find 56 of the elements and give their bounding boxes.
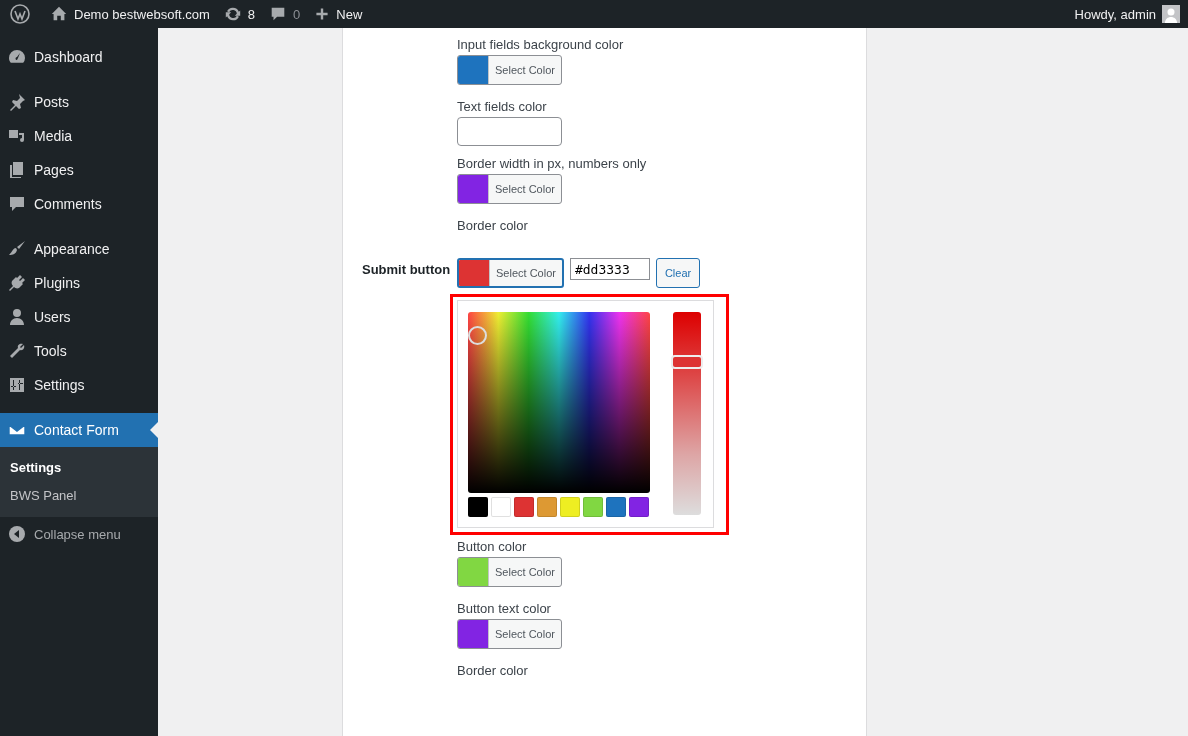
picker-handle[interactable] (468, 326, 487, 345)
submenu-item[interactable]: Settings (0, 454, 158, 482)
clear-button[interactable]: Clear (655, 258, 701, 288)
hex-input-field[interactable]: #dd3333 (569, 258, 650, 280)
palette-swatch[interactable] (514, 497, 534, 517)
sliders-icon (7, 375, 27, 395)
field-label: Border width in px, numbers only (457, 155, 647, 173)
palette-swatch[interactable] (560, 497, 580, 517)
section-label: Submit button (362, 261, 452, 279)
sidebar-item[interactable]: Pages (0, 153, 158, 187)
new-link[interactable]: New (314, 6, 363, 22)
select-color-button[interactable]: Select Color (457, 174, 562, 204)
color-gradient-square[interactable] (468, 312, 650, 493)
palette-swatch[interactable] (606, 497, 626, 517)
palette-swatch[interactable] (583, 497, 603, 517)
select-color-button[interactable]: Select Color (457, 258, 564, 288)
site-link[interactable]: Demo bestwebsoft.com (50, 5, 210, 23)
palette-swatch[interactable] (629, 497, 649, 517)
sidebar-item[interactable]: Appearance (0, 232, 158, 266)
field-label: Button text color (457, 600, 551, 618)
sidebar-item[interactable]: Users (0, 300, 158, 334)
palette-swatch[interactable] (468, 497, 488, 517)
sidebar-item[interactable]: Plugins (0, 266, 158, 300)
sidebar-item[interactable]: Dashboard (0, 40, 158, 74)
avatar-icon (1162, 5, 1180, 23)
field-label: Border color (457, 217, 528, 235)
slider-thumb[interactable] (671, 354, 703, 369)
comment-icon (7, 194, 27, 214)
field-label: Button color (457, 538, 527, 556)
home-icon (50, 5, 68, 23)
select-color-button[interactable]: Select Color (457, 557, 562, 587)
field-label: Text fields color (457, 98, 547, 116)
wordpress-logo-icon[interactable] (10, 4, 30, 24)
palette-swatch[interactable] (537, 497, 557, 517)
select-color-button[interactable]: Select Color (457, 619, 562, 649)
updates-link[interactable]: 8 (223, 5, 256, 23)
shade-slider[interactable] (673, 312, 701, 515)
comments-link[interactable]: 0 (269, 5, 301, 23)
field-label: Border color (457, 662, 528, 680)
plug-icon (7, 273, 27, 293)
sidebar-item[interactable]: Media (0, 119, 158, 153)
plus-icon (314, 6, 331, 22)
sidebar-item[interactable]: Contact Form (0, 413, 158, 447)
account-link[interactable]: Howdy, admin (1074, 5, 1180, 23)
refresh-icon (223, 5, 242, 23)
select-color-button[interactable]: Select Color (457, 55, 562, 85)
sidebar-item[interactable]: Settings (0, 368, 158, 402)
collapse-menu-button[interactable]: Collapse menu (0, 517, 158, 551)
palette-swatch[interactable] (491, 497, 511, 517)
text-input-field[interactable] (457, 117, 562, 146)
sidebar-item[interactable]: Comments (0, 187, 158, 221)
sidebar-item[interactable]: Tools (0, 334, 158, 368)
field-label: Input fields background color (457, 36, 624, 54)
user-icon (7, 307, 27, 327)
sidebar-item[interactable]: Posts (0, 85, 158, 119)
submenu-item[interactable]: BWS Panel (0, 482, 158, 510)
